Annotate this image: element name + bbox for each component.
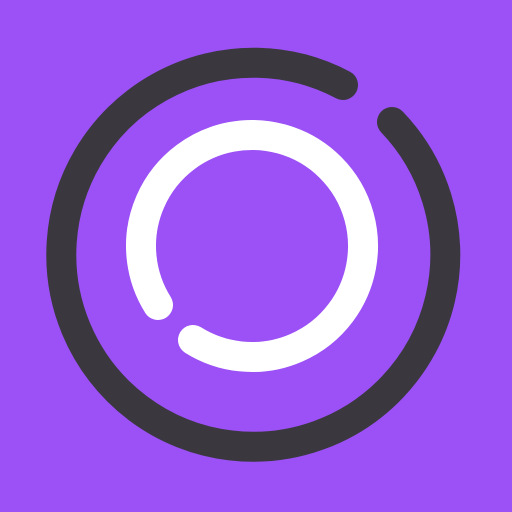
app-icon-canvas [0,0,512,512]
double-ring-logo-icon [0,0,512,512]
